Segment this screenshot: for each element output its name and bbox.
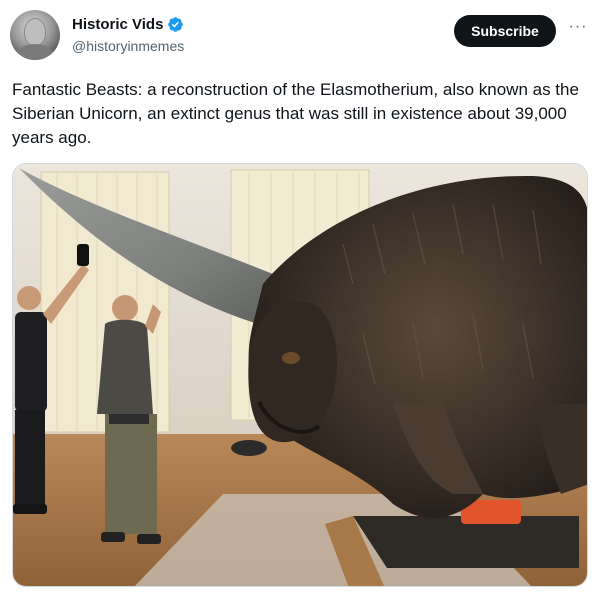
tweet-header: Historic Vids @historyinmemes Subscribe … bbox=[10, 10, 590, 62]
author-name-row[interactable]: Historic Vids bbox=[72, 16, 184, 33]
author-display-name[interactable]: Historic Vids bbox=[72, 16, 163, 33]
author-avatar[interactable] bbox=[10, 10, 60, 60]
avatar-head-shape bbox=[24, 18, 46, 46]
author-handle[interactable]: @historyinmemes bbox=[72, 38, 184, 54]
subscribe-button[interactable]: Subscribe bbox=[454, 15, 556, 47]
worker-center bbox=[97, 295, 161, 544]
animal-eye bbox=[282, 352, 300, 364]
tweet-text: Fantastic Beasts: a reconstruction of th… bbox=[12, 80, 579, 147]
elasmotherium-photo-illustration bbox=[13, 164, 587, 586]
black-bag bbox=[231, 440, 267, 456]
tweet-media-photo[interactable] bbox=[12, 163, 588, 587]
avatar-shoulders-shape bbox=[16, 44, 54, 60]
more-options-icon[interactable]: ··· bbox=[567, 19, 589, 40]
verified-badge-icon bbox=[168, 17, 184, 32]
